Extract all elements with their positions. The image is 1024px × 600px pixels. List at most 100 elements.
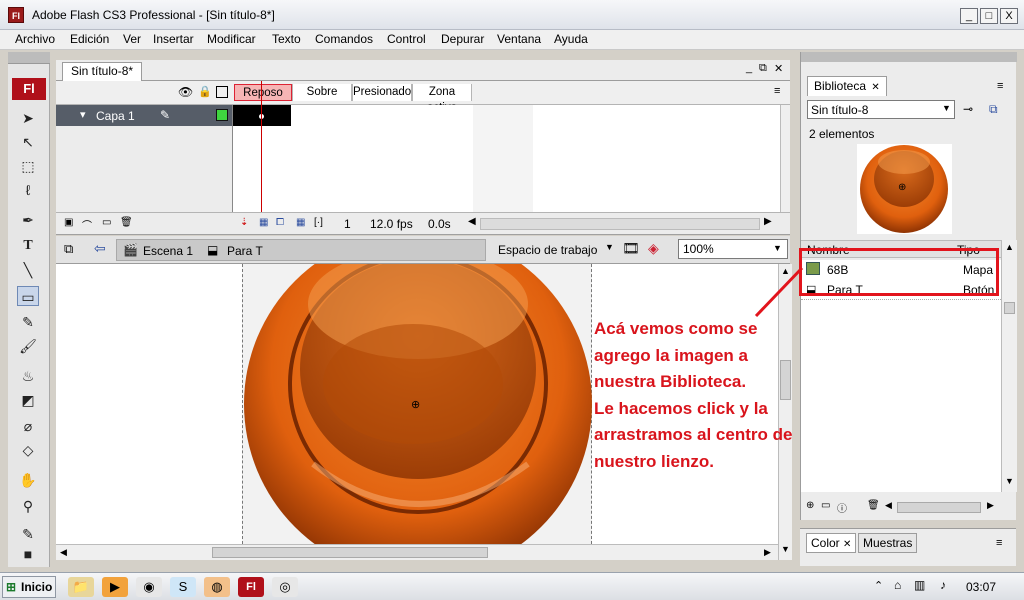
menu-modificar[interactable]: Modificar [207,32,256,46]
playhead-line[interactable] [261,81,262,212]
delete-icon[interactable]: 🗑 [867,500,880,511]
scroll-left-icon[interactable]: ◀ [885,500,892,511]
minimize-button[interactable]: _ [960,8,978,24]
menu-ver[interactable]: Ver [123,32,141,46]
pen-tool-icon[interactable]: ✒ [17,210,39,230]
flash-taskbar-icon[interactable]: Fl [238,577,264,597]
library-vscroll-thumb[interactable] [1004,302,1015,314]
stroke-color-icon[interactable]: ✎ [17,524,39,544]
frame-label-reposo[interactable]: Reposo [234,84,292,101]
scroll-left-arrow-icon[interactable]: ◀ [468,216,476,227]
library-vscroll[interactable]: ▲ ▼ [1001,240,1017,492]
frames-grid[interactable] [232,81,780,212]
rectangle-tool-icon[interactable]: ▭ [17,286,39,306]
selection-tool-icon[interactable]: ➤ [17,108,39,128]
panel-grip[interactable] [801,52,1017,62]
stage-hscroll[interactable]: ◀ ▶ [56,544,778,560]
subselection-tool-icon[interactable]: ↖ [17,132,39,152]
chevron-down-icon[interactable]: ▼ [773,243,782,253]
pin-library-icon[interactable]: ⊸ [963,102,973,116]
close-tab-icon[interactable]: ✕ [871,82,879,93]
scroll-left-icon[interactable]: ◀ [60,547,67,558]
scroll-up-icon[interactable]: ▲ [1005,242,1014,252]
onion-skin-icon[interactable]: ▦ [259,217,268,228]
tab-muestras[interactable]: Muestras [858,533,918,553]
delete-layer-icon[interactable]: 🗑 [120,217,133,228]
back-arrow-icon[interactable]: ⇦ [94,240,106,257]
panel-grip[interactable] [8,52,50,64]
workspace-menu[interactable]: Espacio de trabajo [498,243,597,257]
workspace-arrow-icon[interactable]: ▼ [605,242,614,252]
center-frame-icon[interactable]: ⇣ [240,217,248,228]
paint-bucket-icon[interactable]: ◩ [17,390,39,410]
tray-network-icon[interactable]: ▥ [914,578,925,592]
doc-minimize-icon[interactable]: _ [746,62,752,74]
library-hscroll[interactable] [897,502,981,513]
skype-icon[interactable]: S [170,577,196,597]
document-tab[interactable]: Sin título-8* [62,62,143,81]
clock[interactable]: 03:07 [966,580,996,594]
ink-bottle-icon[interactable]: ♨ [17,366,39,386]
maximize-button[interactable]: □ [980,8,998,24]
layer-row[interactable]: ▾ Capa 1 ✎ [56,105,232,126]
scroll-right-icon[interactable]: ▶ [987,500,994,511]
layer-color-swatch[interactable] [216,109,228,121]
lasso-tool-icon[interactable]: ℓ [17,180,39,200]
menu-ventana[interactable]: Ventana [497,32,541,46]
chrome-icon[interactable]: ◉ [136,577,162,597]
scroll-down-icon[interactable]: ▼ [781,544,790,554]
explorer-icon[interactable]: 📁 [68,577,94,597]
close-button[interactable]: X [1000,8,1018,24]
edit-multiple-icon[interactable]: ▦ [296,217,305,228]
menu-edicion[interactable]: Edición [70,32,109,46]
timeline-toggle-icon[interactable]: ⧉ [64,241,73,257]
zoom-tool-icon[interactable]: ⚲ [17,496,39,516]
symbol-canvas[interactable]: ⊕ [242,264,592,544]
zoom-select[interactable]: 100% ▼ [678,239,788,259]
menu-control[interactable]: Control [387,32,426,46]
edit-scene-icon[interactable]: ◈ [648,240,659,257]
menu-ayuda[interactable]: Ayuda [554,32,588,46]
new-library-panel-icon[interactable]: ⧉ [989,102,998,117]
close-tab-icon[interactable]: ✕ [843,539,851,550]
properties-icon[interactable]: ⓘ [837,500,847,515]
firefox-icon[interactable]: ◍ [204,577,230,597]
tray-expand-icon[interactable]: ⌃ [874,579,883,592]
tray-volume-icon[interactable]: ♪ [940,578,946,592]
timeline-hscroll[interactable] [480,218,760,230]
lock-icon[interactable]: 🔒 [198,85,212,98]
brush-tool-icon[interactable]: 🖌 [17,336,39,356]
doc-restore-icon[interactable]: ⧉ [759,62,767,75]
menu-texto[interactable]: Texto [272,32,301,46]
timeline-menu-icon[interactable]: ≡ [774,85,780,97]
breadcrumb-scene[interactable]: Escena 1 [143,244,193,258]
media-player-icon[interactable]: ▶ [102,577,128,597]
menu-depurar[interactable]: Depurar [441,32,484,46]
breadcrumb-symbol[interactable]: Para T [227,244,263,258]
eye-icon[interactable]: 👁 [178,85,193,99]
text-tool-icon[interactable]: T [17,236,39,256]
menu-archivo[interactable]: Archivo [15,32,55,46]
scroll-down-icon[interactable]: ▼ [1005,476,1014,486]
free-transform-icon[interactable]: ⬚ [17,156,39,176]
new-folder-icon[interactable]: ▭ [102,217,111,228]
pencil-tool-icon[interactable]: ✎ [17,312,39,332]
library-tab[interactable]: Biblioteca ✕ [807,76,887,96]
line-tool-icon[interactable]: ╲ [17,260,39,280]
edit-symbols-icon[interactable]: 🎞 [622,240,640,257]
new-symbol-icon[interactable]: ⊕ [806,500,814,511]
chevron-down-icon[interactable]: ▼ [942,103,951,113]
onion-markers-icon[interactable]: [·] [314,217,323,228]
scroll-right-arrow-icon[interactable]: ▶ [764,216,772,227]
scroll-right-icon[interactable]: ▶ [764,547,771,558]
tray-device-icon[interactable]: ⌂ [894,578,901,592]
eraser-icon[interactable]: ◇ [17,440,39,460]
frame-label-presionado[interactable]: Presionado [352,84,412,101]
start-button[interactable]: ⊞ Inicio [2,576,56,598]
outline-icon[interactable] [216,86,228,98]
menu-insertar[interactable]: Insertar [153,32,194,46]
app-taskbar-icon[interactable]: ◎ [272,577,298,597]
new-folder-icon[interactable]: ▭ [821,500,830,511]
hand-tool-icon[interactable]: ✋ [17,470,39,490]
library-document-select[interactable]: Sin título-8 ▼ [807,100,955,119]
